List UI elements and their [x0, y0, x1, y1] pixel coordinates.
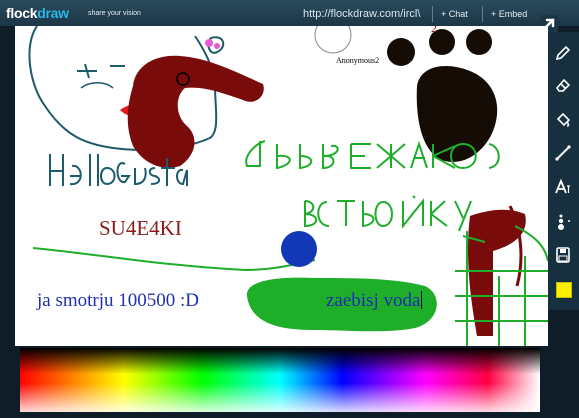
user-avatar-circle: [314, 26, 352, 54]
typed-text: zaebisj voda: [326, 290, 421, 311]
tool-sidebar: [548, 32, 579, 310]
red-text: SU4E4KI: [99, 216, 182, 240]
color-palette[interactable]: [20, 348, 540, 412]
line-icon[interactable]: [554, 144, 572, 162]
footprint-sole: [416, 66, 498, 162]
user-label: Anonymous2: [336, 56, 380, 65]
pink-bead: [214, 43, 220, 49]
current-color-swatch[interactable]: [556, 282, 572, 298]
pink-bead: [205, 39, 213, 47]
tagline: share your vision: [88, 10, 141, 17]
embed-button[interactable]: + Embed: [482, 6, 527, 22]
pencil-icon[interactable]: [554, 44, 572, 62]
brush-size-icon[interactable]: [554, 212, 572, 230]
logo-text-draw: draw: [37, 5, 69, 21]
footprint-toe: [387, 38, 415, 66]
app-logo[interactable]: flockdraw: [6, 5, 69, 21]
footprint-toe: [466, 29, 492, 55]
text-icon[interactable]: [554, 178, 572, 196]
eraser-icon[interactable]: [554, 76, 572, 94]
blue-circle: [281, 231, 317, 267]
handwriting-russian-2: [304, 195, 472, 232]
logo-text-flock: flock: [6, 5, 38, 21]
blue-text-2[interactable]: zaebisj voda: [326, 290, 423, 312]
save-icon[interactable]: [554, 246, 572, 264]
svg-text:2: 2: [431, 26, 437, 35]
drawing-canvas[interactable]: 2 Anonymous2 SU4E4KI ja smotrju 100500 :…: [15, 26, 548, 346]
face-eyes: [77, 63, 125, 79]
palette-shade: [20, 348, 540, 374]
top-bar: flockdraw share your vision http://flock…: [0, 0, 579, 26]
room-url[interactable]: http://flockdraw.com/ircl\: [303, 8, 420, 20]
handwriting-hellogusta: [49, 154, 188, 186]
text-cursor: [421, 291, 423, 309]
chat-button[interactable]: + Chat: [432, 6, 468, 22]
fill-icon[interactable]: [554, 110, 572, 128]
dark-red-blob: [127, 55, 264, 168]
blue-text-1: ja smotrju 100500 :D: [37, 290, 200, 311]
